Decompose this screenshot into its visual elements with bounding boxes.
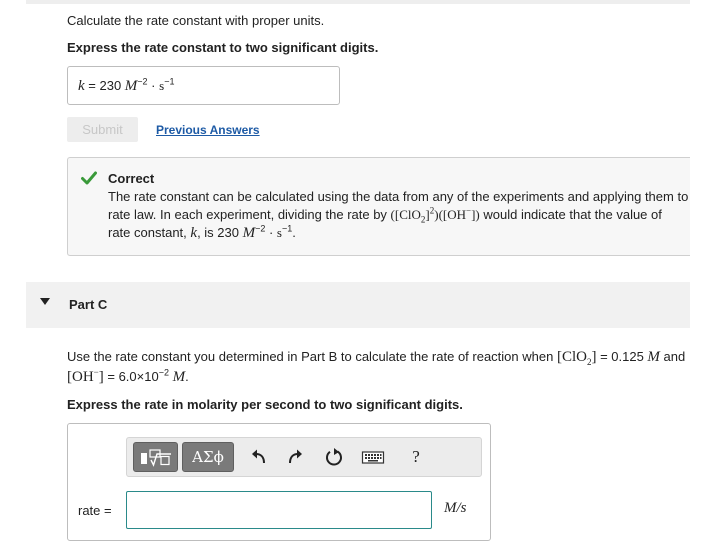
- feedback-correct-box: Correct The rate constant can be calcula…: [67, 157, 690, 256]
- submit-button[interactable]: Submit: [67, 117, 138, 142]
- part-title: Part C: [69, 297, 108, 312]
- part-c-question: Use the rate constant you determined in …: [67, 349, 686, 367]
- answer-input-panel: ΑΣϕ ? rate = M/s: [67, 423, 491, 541]
- expand-triangle-icon[interactable]: [40, 298, 50, 305]
- previous-answers-link[interactable]: Previous Answers: [156, 123, 260, 137]
- feedback-text: rate law. In each experiment, dividing t…: [108, 205, 662, 225]
- part-b-instruction: Calculate the rate constant with proper …: [67, 13, 325, 28]
- submitted-answer: k = 230 M−2 · s−1: [78, 76, 175, 94]
- feedback-text: rate constant, k, is 230 M−2 · s−1.: [108, 223, 296, 241]
- math-toolbar: ΑΣϕ ?: [126, 437, 482, 477]
- feedback-text: The rate constant can be calculated usin…: [108, 189, 689, 204]
- help-icon[interactable]: ?: [405, 447, 427, 469]
- check-icon: [81, 171, 97, 185]
- part-c-question: [OH−] = 6.0×10−2 M.: [67, 367, 189, 386]
- part-c-header[interactable]: Part C: [26, 282, 690, 328]
- rate-answer-input[interactable]: [126, 491, 432, 529]
- section-top-band: [26, 0, 690, 4]
- feedback-title: Correct: [108, 171, 155, 186]
- part-b-express-hint: Express the rate constant to two signifi…: [67, 40, 379, 55]
- greek-letters-icon[interactable]: ΑΣϕ: [182, 442, 234, 472]
- sqrt-icon: [141, 449, 171, 467]
- templates-button[interactable]: [133, 442, 178, 472]
- reset-icon[interactable]: [323, 446, 345, 468]
- keyboard-icon[interactable]: [361, 446, 385, 468]
- input-label: rate =: [78, 503, 112, 518]
- submitted-answer-box: k = 230 M−2 · s−1: [67, 66, 340, 105]
- redo-icon[interactable]: [284, 446, 306, 468]
- unit-label: M/s: [444, 500, 467, 516]
- part-c-express-hint: Express the rate in molarity per second …: [67, 397, 463, 412]
- undo-icon[interactable]: [248, 446, 270, 468]
